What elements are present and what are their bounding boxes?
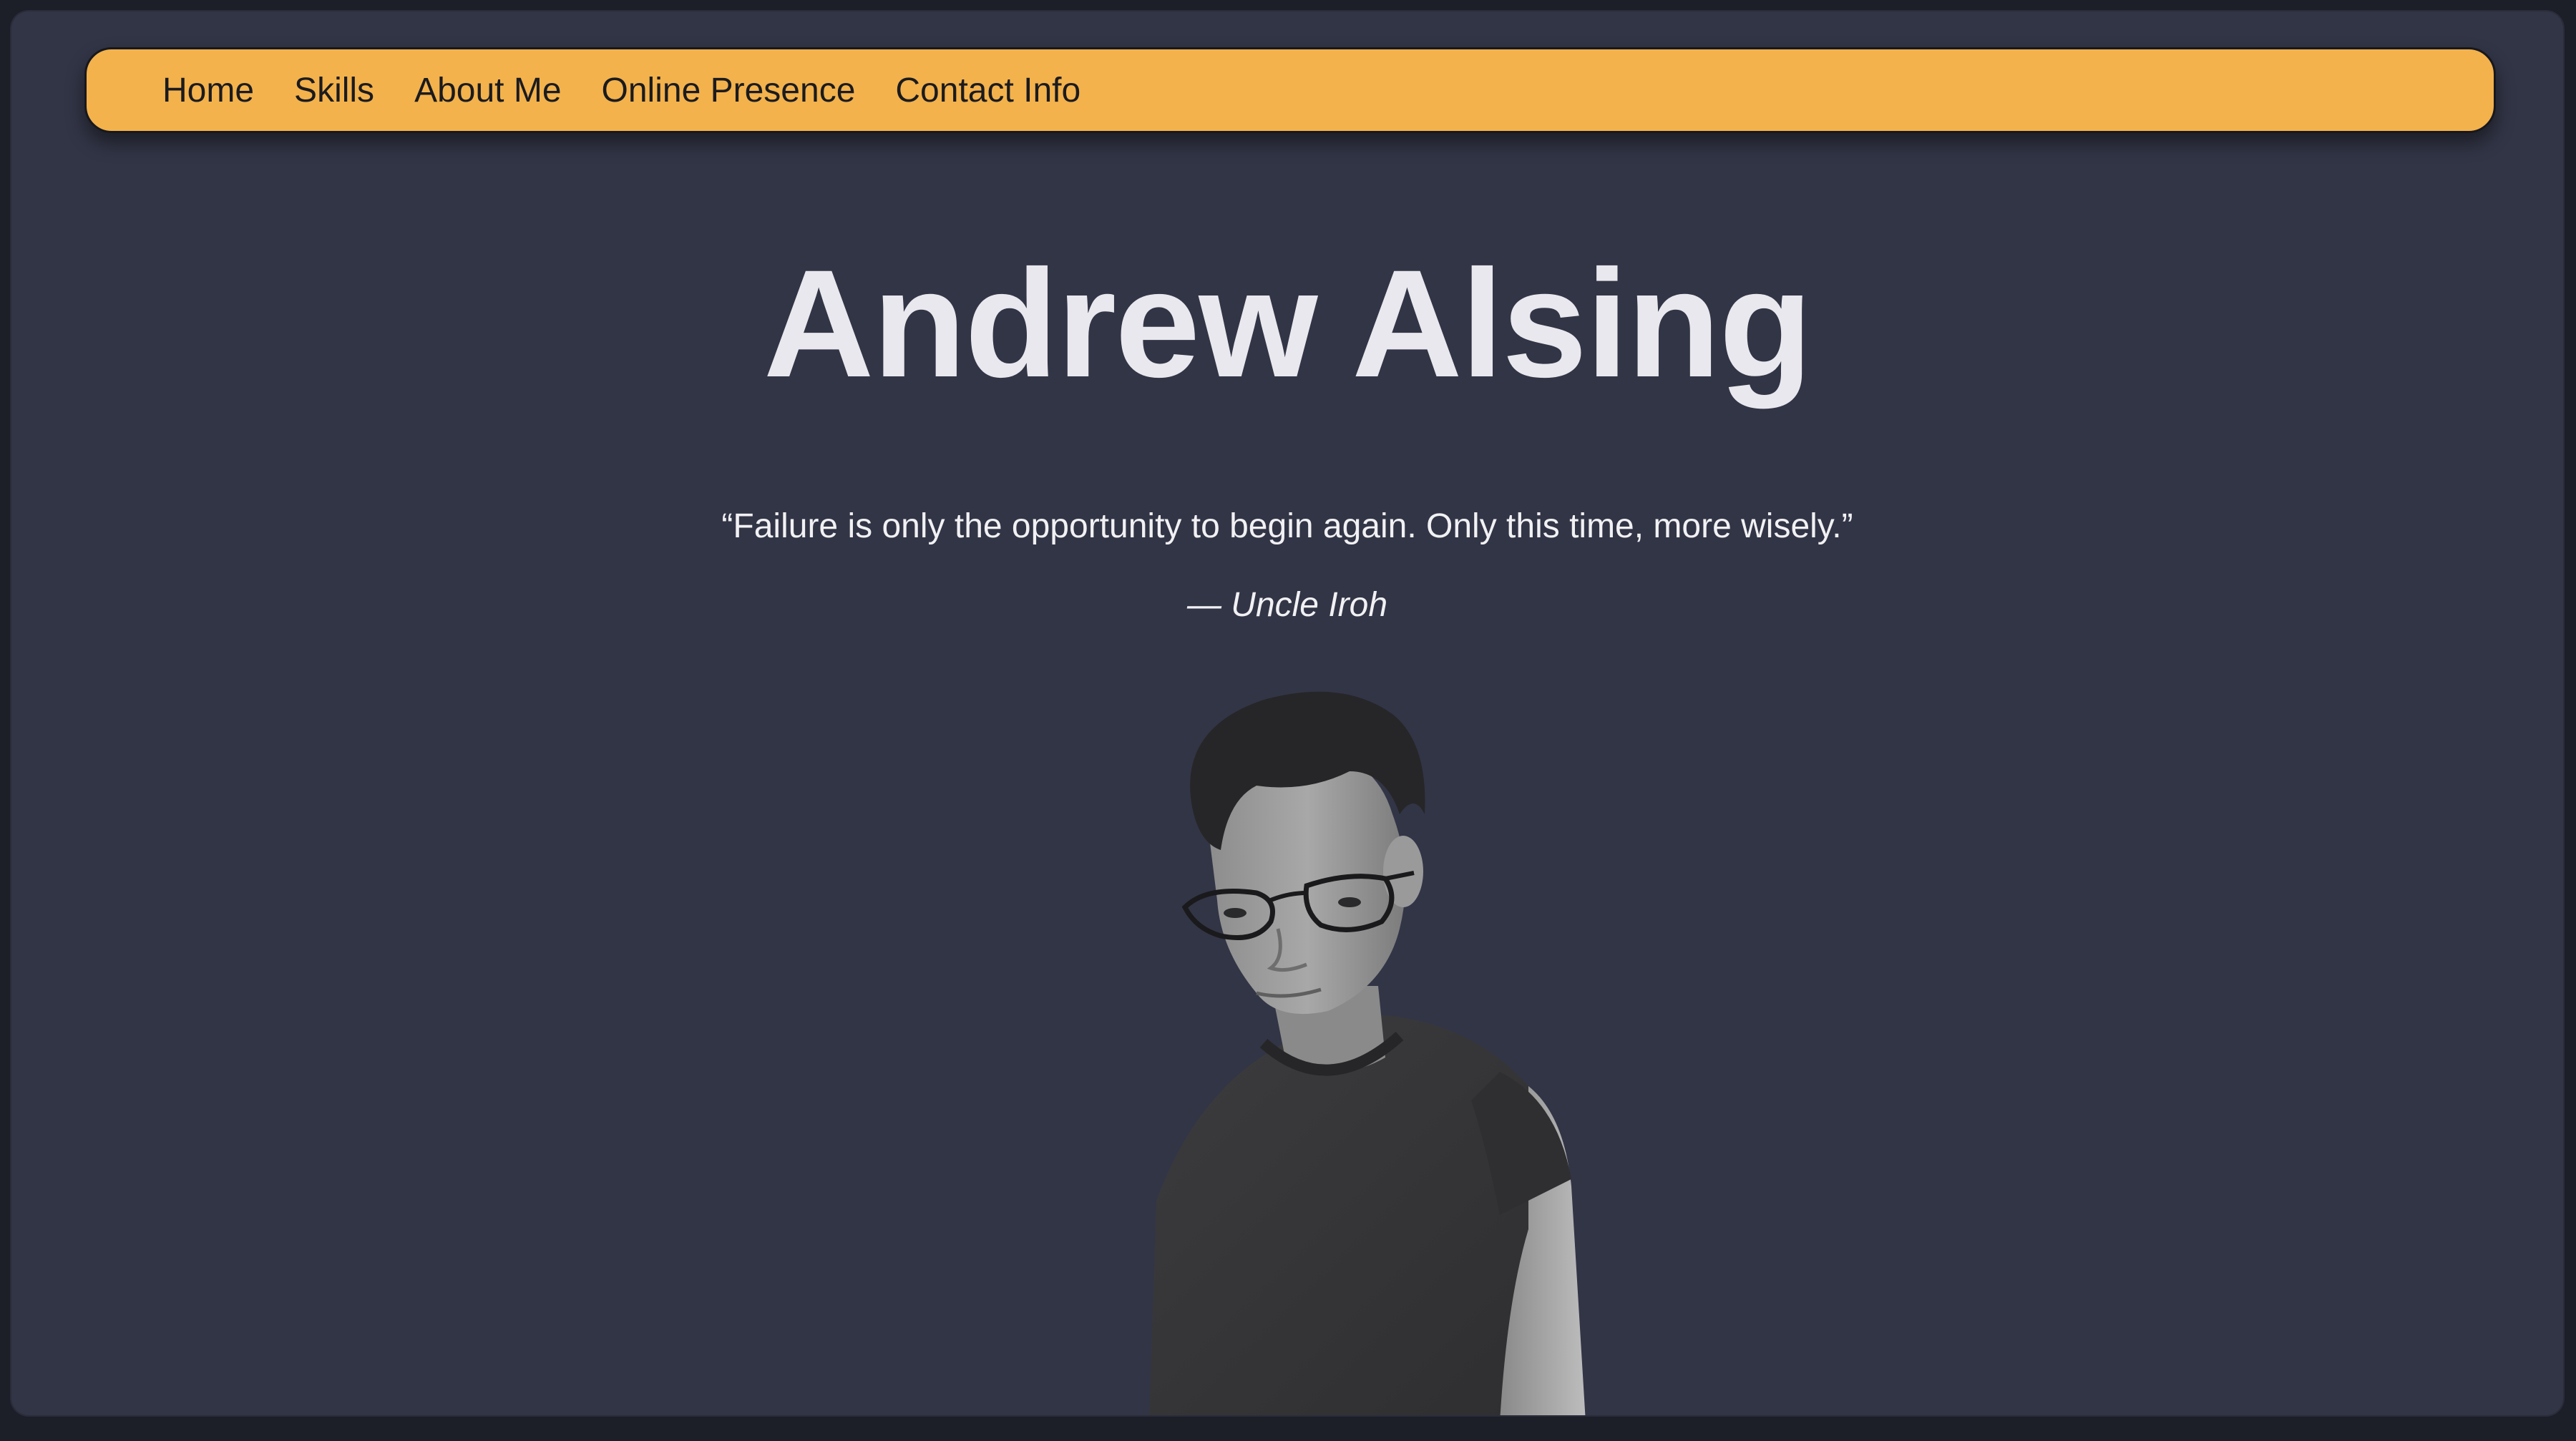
nav-link-about-me[interactable]: About Me (414, 71, 561, 110)
page-title: Andrew Alsing (763, 238, 1813, 409)
nav-link-skills[interactable]: Skills (294, 71, 374, 110)
nav-link-home[interactable]: Home (162, 71, 254, 110)
quote-author: — Uncle Iroh (1186, 586, 1388, 624)
nav-link-online-presence[interactable]: Online Presence (602, 71, 856, 110)
hero-quote: “Failure is only the opportunity to begi… (721, 507, 1853, 545)
top-navbar: Home Skills About Me Online Presence Con… (84, 47, 2496, 133)
page-container: Home Skills About Me Online Presence Con… (11, 11, 2563, 1415)
nav-link-contact-info[interactable]: Contact Info (895, 71, 1080, 110)
profile-photo (1149, 691, 1586, 1415)
